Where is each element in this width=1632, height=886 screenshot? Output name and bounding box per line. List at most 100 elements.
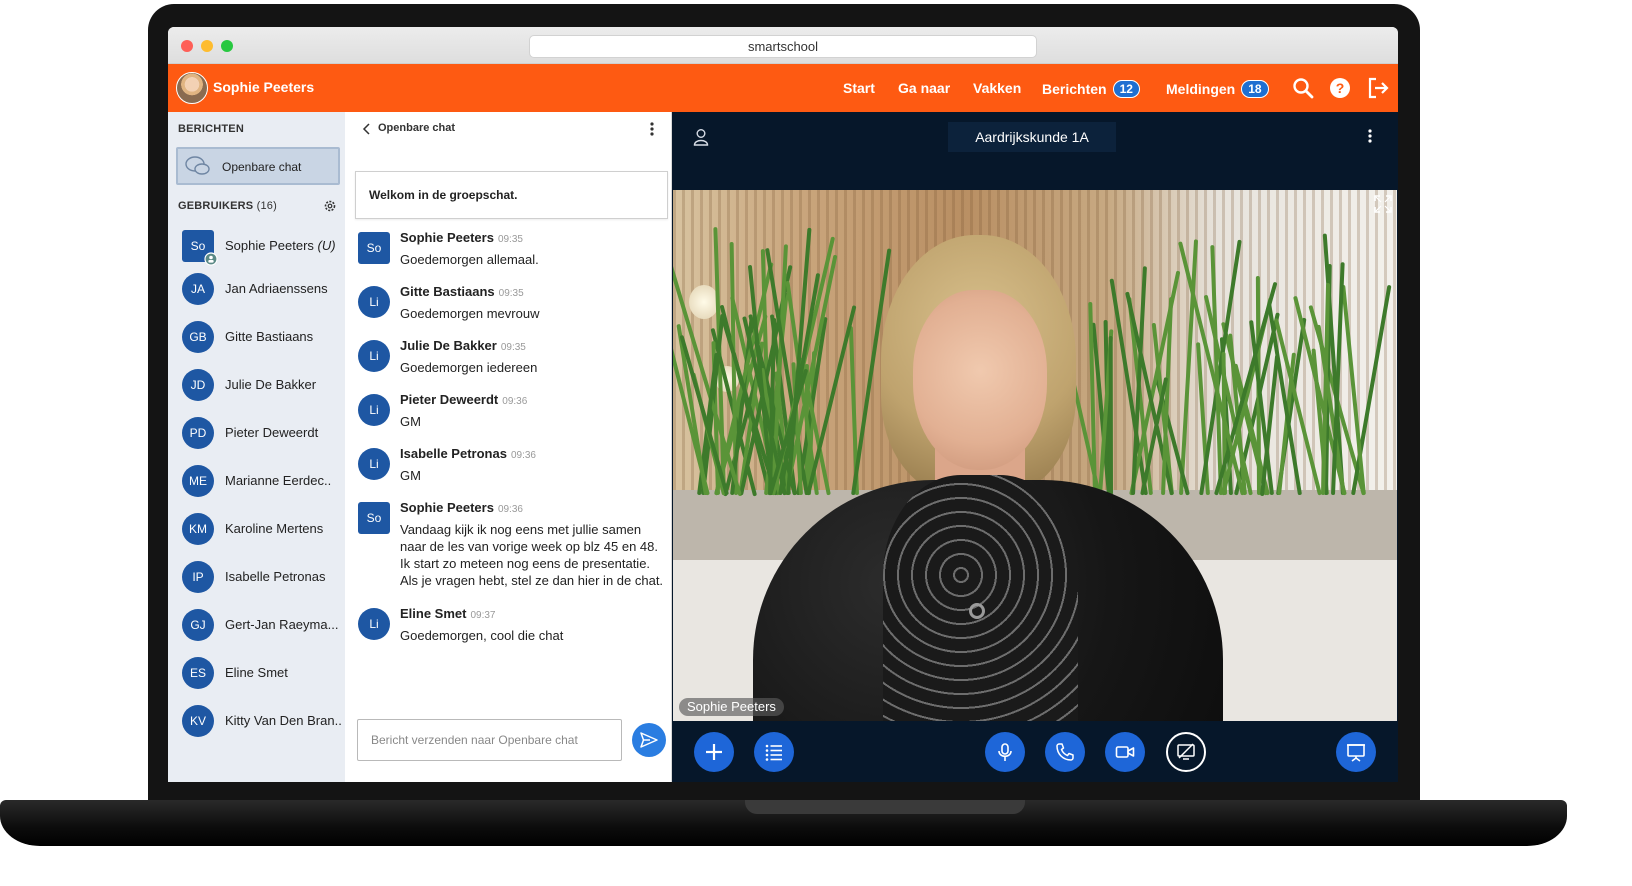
message-avatar: Li	[358, 608, 390, 640]
meldingen-count-badge: 18	[1241, 80, 1269, 98]
nav-start[interactable]: Start	[843, 80, 875, 96]
user-row[interactable]: GB Gitte Bastiaans	[182, 321, 342, 357]
user-row[interactable]: ME Marianne Eerdec..	[182, 465, 342, 501]
participant-video[interactable]: Sophie Peeters	[673, 190, 1397, 721]
address-bar[interactable]: smartschool	[529, 35, 1037, 58]
message-author-name: Sophie Peeters	[400, 230, 494, 245]
message-input[interactable]: Bericht verzenden naar Openbare chat	[357, 719, 622, 761]
message-time: 09:36	[497, 504, 523, 515]
person-top	[883, 475, 1078, 721]
close-window-button[interactable]	[181, 40, 193, 52]
nav-meldingen[interactable]: Meldingen 18	[1166, 80, 1269, 98]
maximize-window-button[interactable]	[221, 40, 233, 52]
nav-vakken[interactable]: Vakken	[973, 80, 1021, 96]
message-text: Goedemorgen iedereen	[400, 360, 538, 375]
help-icon[interactable]: ?	[1328, 76, 1352, 100]
minimize-window-button[interactable]	[201, 40, 213, 52]
user-row[interactable]: KV Kitty Van Den Bran..	[182, 705, 342, 741]
user-avatar[interactable]	[176, 72, 208, 104]
user-avatar: GB	[182, 321, 214, 353]
open-chat-label: Openbare chat	[222, 160, 302, 174]
more-options-icon[interactable]	[649, 121, 655, 137]
message-text: Goedemorgen mevrouw	[400, 306, 540, 321]
user-avatar: KM	[182, 513, 214, 545]
message-text: Goedemorgen allemaal.	[400, 252, 539, 267]
gebruikers-title: GEBRUIKERS	[178, 200, 254, 212]
berichten-heading: BERICHTEN	[178, 123, 244, 135]
user-row[interactable]: KM Karoline Mertens	[182, 513, 342, 549]
user-avatar: PD	[182, 417, 214, 449]
message-time: 09:35	[498, 288, 524, 299]
phone-button[interactable]	[1045, 732, 1085, 772]
presenter-badge-icon	[204, 252, 218, 266]
more-options-icon[interactable]	[1367, 128, 1373, 144]
svg-text:?: ?	[1336, 80, 1345, 96]
user-name: Pieter Deweerdt	[225, 425, 319, 440]
user-self-suffix: (U)	[317, 238, 336, 253]
message-time: 09:36	[502, 396, 528, 407]
message-author: Isabelle Petronas 09:36	[400, 446, 536, 461]
user-name: Sophie Peeters (U)	[225, 238, 336, 253]
user-avatar: GJ	[182, 609, 214, 641]
user-row[interactable]: ES Eline Smet	[182, 657, 342, 693]
user-name: Marianne Eerdec..	[225, 473, 332, 488]
top-navigation: Sophie Peeters Start Ga naar Vakken Beri…	[168, 64, 1398, 112]
message-time: 09:37	[470, 610, 496, 621]
message-author: Eline Smet 09:37	[400, 606, 496, 621]
user-row[interactable]: GJ Gert-Jan Raeyma...	[182, 609, 342, 645]
user-avatar: ME	[182, 465, 214, 497]
user-row[interactable]: IP Isabelle Petronas	[182, 561, 342, 597]
message-author: Sophie Peeters 09:35	[400, 230, 523, 245]
open-chat-item[interactable]: Openbare chat	[176, 147, 340, 185]
message-text: GM	[400, 414, 421, 429]
presentation-button[interactable]	[1336, 732, 1376, 772]
user-name: Isabelle Petronas	[225, 569, 326, 584]
user-avatar: IP	[182, 561, 214, 593]
message-author-name: Eline Smet	[400, 606, 467, 621]
message-author-name: Pieter Deweerdt	[400, 392, 499, 407]
list-icon	[765, 744, 782, 761]
user-name[interactable]: Sophie Peeters	[213, 79, 314, 95]
welcome-card: Welkom in de groepschat.	[355, 171, 668, 219]
send-button[interactable]	[632, 723, 666, 757]
video-conference: Aardrijkskunde 1A Sophie Peeters	[672, 112, 1398, 782]
browser-titlebar: smartschool	[168, 27, 1398, 64]
screen-share-button[interactable]	[1166, 732, 1206, 772]
browser-window: smartschool Sophie Peeters Start Ga naar…	[168, 27, 1398, 782]
microphone-button[interactable]	[985, 732, 1025, 772]
user-row[interactable]: JA Jan Adriaenssens	[182, 273, 342, 309]
message-avatar: So	[358, 232, 390, 264]
message-avatar: Li	[358, 340, 390, 372]
person-pendant	[969, 603, 985, 619]
fullscreen-icon[interactable]	[1373, 194, 1393, 214]
camera-button[interactable]	[1105, 732, 1145, 772]
list-button[interactable]	[754, 732, 794, 772]
person-face	[913, 290, 1047, 470]
user-name-text: Sophie Peeters	[225, 238, 314, 253]
user-row[interactable]: JD Julie De Bakker	[182, 369, 342, 405]
message-author: Julie De Bakker 09:35	[400, 338, 526, 353]
participants-icon[interactable]	[693, 128, 709, 146]
message-author: Pieter Deweerdt 09:36	[400, 392, 527, 407]
user-name: Karoline Mertens	[225, 521, 324, 536]
user-name: Julie De Bakker	[225, 377, 317, 392]
gear-icon[interactable]	[323, 199, 337, 213]
search-icon[interactable]	[1291, 76, 1315, 100]
message-time: 09:35	[500, 342, 526, 353]
room-name: Aardrijkskunde 1A	[948, 122, 1116, 152]
nav-berichten-label: Berichten	[1042, 81, 1107, 97]
user-row[interactable]: So Sophie Peeters (U)	[182, 230, 342, 266]
user-avatar: ES	[182, 657, 214, 689]
chevron-left-icon[interactable]	[362, 123, 372, 135]
message-text: GM	[400, 468, 421, 483]
nav-ga-naar[interactable]: Ga naar	[898, 80, 950, 96]
logout-icon[interactable]	[1366, 76, 1390, 100]
add-button[interactable]	[694, 732, 734, 772]
nav-berichten[interactable]: Berichten 12	[1042, 80, 1140, 98]
gebruikers-count: (16)	[256, 200, 277, 212]
gebruikers-heading: GEBRUIKERS (16)	[178, 200, 277, 212]
camera-icon	[1115, 746, 1135, 758]
user-row[interactable]: PD Pieter Deweerdt	[182, 417, 342, 453]
message-text: Goedemorgen, cool die chat	[400, 628, 564, 643]
message-author: Gitte Bastiaans 09:35	[400, 284, 524, 299]
